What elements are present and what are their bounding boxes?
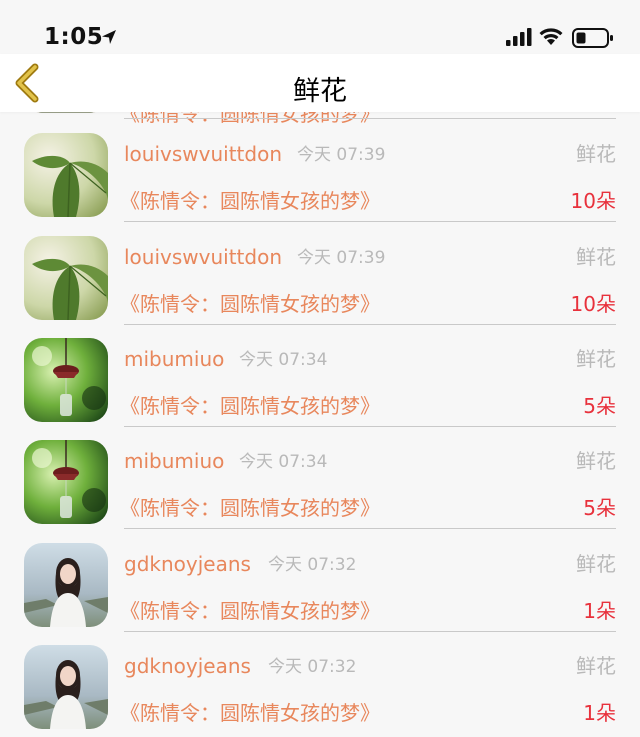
- row-divider: [124, 324, 616, 325]
- avatar: [24, 645, 108, 729]
- row-divider: [124, 118, 616, 119]
- location-arrow-icon: [102, 30, 116, 44]
- list-item[interactable]: gdknoyjeans 今天 07:32 鲜花 《陈情令：圆陈情女孩的梦》 1朵: [0, 633, 640, 736]
- gift-type: 鲜花: [576, 142, 616, 166]
- book-title[interactable]: 《陈情令：圆陈情女孩的梦》: [120, 700, 380, 726]
- book-title[interactable]: 《陈情令：圆陈情女孩的梦》: [120, 188, 380, 214]
- timestamp: 今天 07:32: [268, 657, 357, 677]
- battery-icon: [572, 28, 613, 48]
- gift-count: 10朵: [570, 189, 616, 213]
- username[interactable]: louivswvuittdon: [124, 141, 282, 167]
- status-time: 1:05: [44, 24, 104, 50]
- gift-count: 1朵: [583, 599, 616, 623]
- avatar: [24, 236, 108, 320]
- gift-type: 鲜花: [576, 347, 616, 371]
- cellular-signal-icon: [506, 28, 532, 46]
- avatar: [24, 440, 108, 524]
- row-divider: [124, 426, 616, 427]
- username[interactable]: gdknoyjeans: [124, 653, 251, 679]
- gift-type: 鲜花: [576, 245, 616, 269]
- gift-type: 鲜花: [576, 449, 616, 473]
- status-bar: 1:05: [0, 0, 640, 54]
- row-divider: [124, 221, 616, 222]
- list-item[interactable]: mibumiuo 今天 07:34 鲜花 《陈情令：圆陈情女孩的梦》 5朵: [0, 326, 640, 429]
- timestamp: 今天 07:34: [239, 350, 328, 370]
- gift-count: 5朵: [583, 394, 616, 418]
- timestamp: 今天 07:32: [268, 555, 357, 575]
- wifi-icon: [539, 28, 563, 45]
- avatar: [24, 338, 108, 422]
- avatar: [24, 133, 108, 217]
- timestamp: 今天 07:39: [297, 145, 386, 165]
- timestamp: 今天 07:34: [239, 452, 328, 472]
- gift-count: 5朵: [583, 496, 616, 520]
- book-title[interactable]: 《陈情令：圆陈情女孩的梦》: [120, 393, 380, 419]
- timestamp: 今天 07:39: [297, 248, 386, 268]
- list-item[interactable]: louivswvuittdon 今天 07:39 鲜花 《陈情令：圆陈情女孩的梦…: [0, 121, 640, 224]
- book-title[interactable]: 《陈情令：圆陈情女孩的梦》: [120, 291, 380, 317]
- username[interactable]: gdknoyjeans: [124, 551, 251, 577]
- gift-count: 10朵: [570, 292, 616, 316]
- username[interactable]: louivswvuittdon: [124, 244, 282, 270]
- username[interactable]: mibumiuo: [124, 448, 224, 474]
- book-title[interactable]: 《陈情令：圆陈情女孩的梦》: [120, 495, 380, 521]
- page-title: 鲜花: [293, 76, 347, 107]
- gift-type: 鲜花: [576, 654, 616, 678]
- gift-count: 1朵: [583, 701, 616, 725]
- row-divider: [124, 528, 616, 529]
- nav-bar: 鲜花: [0, 54, 640, 112]
- list-item[interactable]: gdknoyjeans 今天 07:32 鲜花 《陈情令：圆陈情女孩的梦》 1朵: [0, 531, 640, 634]
- list-item[interactable]: mibumiuo 今天 07:34 鲜花 《陈情令：圆陈情女孩的梦》 5朵: [0, 428, 640, 531]
- gift-type: 鲜花: [576, 552, 616, 576]
- username[interactable]: mibumiuo: [124, 346, 224, 372]
- avatar: [24, 543, 108, 627]
- row-divider: [124, 631, 616, 632]
- list-item[interactable]: louivswvuittdon 今天 07:39 鲜花 《陈情令：圆陈情女孩的梦…: [0, 224, 640, 327]
- book-title[interactable]: 《陈情令：圆陈情女孩的梦》: [120, 598, 380, 624]
